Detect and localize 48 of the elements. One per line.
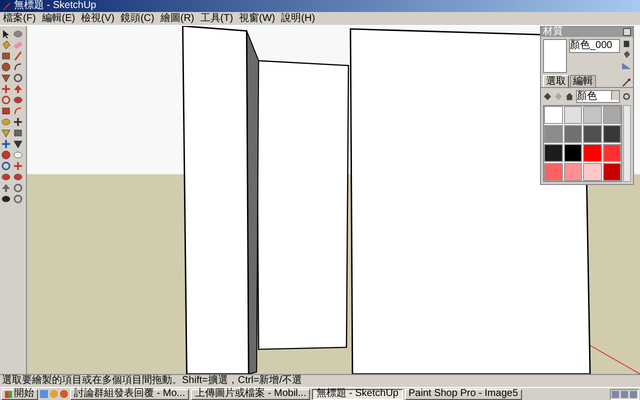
- arc-icon[interactable]: [13, 62, 23, 72]
- color-swatch[interactable]: [544, 163, 562, 181]
- color-swatch[interactable]: [544, 106, 562, 124]
- color-swatch[interactable]: [583, 125, 602, 143]
- color-swatch[interactable]: [544, 144, 562, 162]
- material-preview: [543, 39, 567, 73]
- panel-tab[interactable]: 編輯: [570, 75, 596, 87]
- menu-item[interactable]: 檔案(F): [3, 12, 36, 24]
- close-icon[interactable]: [623, 28, 631, 36]
- panel-title: 材質: [543, 27, 563, 37]
- menu-item[interactable]: 說明(H): [281, 12, 316, 24]
- color-swatch[interactable]: [602, 163, 621, 181]
- color-swatch[interactable]: [602, 144, 621, 162]
- caret-icon: [611, 91, 619, 100]
- taskbar-button[interactable]: 討論群組發表回覆 - Mo...: [70, 388, 190, 400]
- window-title: 無標題 - SketchUp: [14, 0, 96, 12]
- eyedropper-icon[interactable]: [622, 78, 631, 87]
- menu-item[interactable]: 工具(T): [200, 12, 234, 24]
- taskbar-button[interactable]: 上傳圖片或檔案 - Mobil...: [191, 388, 310, 400]
- start-button[interactable]: 開始: [1, 388, 38, 400]
- color-swatch[interactable]: [602, 106, 621, 124]
- menu-item[interactable]: 視窗(W): [239, 12, 276, 24]
- status-text: 選取要繪製的項目或在多個項目間拖動。Shift=擴選，Ctrl=新增/不選: [2, 375, 302, 387]
- scroll-bar[interactable]: [623, 105, 631, 182]
- rectangle-icon[interactable]: [1, 51, 11, 61]
- color-swatch[interactable]: [583, 144, 602, 162]
- taskbar-button[interactable]: 無標題 - SketchUp: [312, 388, 402, 400]
- color-swatch[interactable]: [564, 125, 582, 143]
- color-swatch[interactable]: [564, 163, 582, 181]
- color-swatch[interactable]: [544, 125, 562, 143]
- material-name-field[interactable]: 顏色_000: [569, 39, 620, 53]
- color-swatch[interactable]: [583, 163, 602, 181]
- menu-item[interactable]: 鏡頭(C): [120, 12, 154, 24]
- color-swatch[interactable]: [564, 106, 582, 124]
- home-icon[interactable]: [565, 92, 574, 101]
- color-swatch[interactable]: [602, 125, 621, 143]
- panel-tab[interactable]: 選取: [543, 75, 569, 87]
- app-icon: [2, 2, 11, 10]
- circle-icon[interactable]: [1, 62, 11, 72]
- color-swatch[interactable]: [583, 106, 602, 124]
- menu-item[interactable]: 編輯(E): [42, 12, 76, 24]
- color-swatch[interactable]: [564, 144, 582, 162]
- pencil-icon[interactable]: [13, 51, 23, 61]
- menu-item[interactable]: 繪圖(R): [160, 12, 194, 24]
- menu-item[interactable]: 檢視(V): [81, 12, 114, 24]
- taskbar-button[interactable]: Paint Shop Pro - Image5: [404, 388, 522, 400]
- select-arrow-icon[interactable]: [1, 29, 11, 39]
- category-dropdown[interactable]: 顏色: [576, 90, 620, 103]
